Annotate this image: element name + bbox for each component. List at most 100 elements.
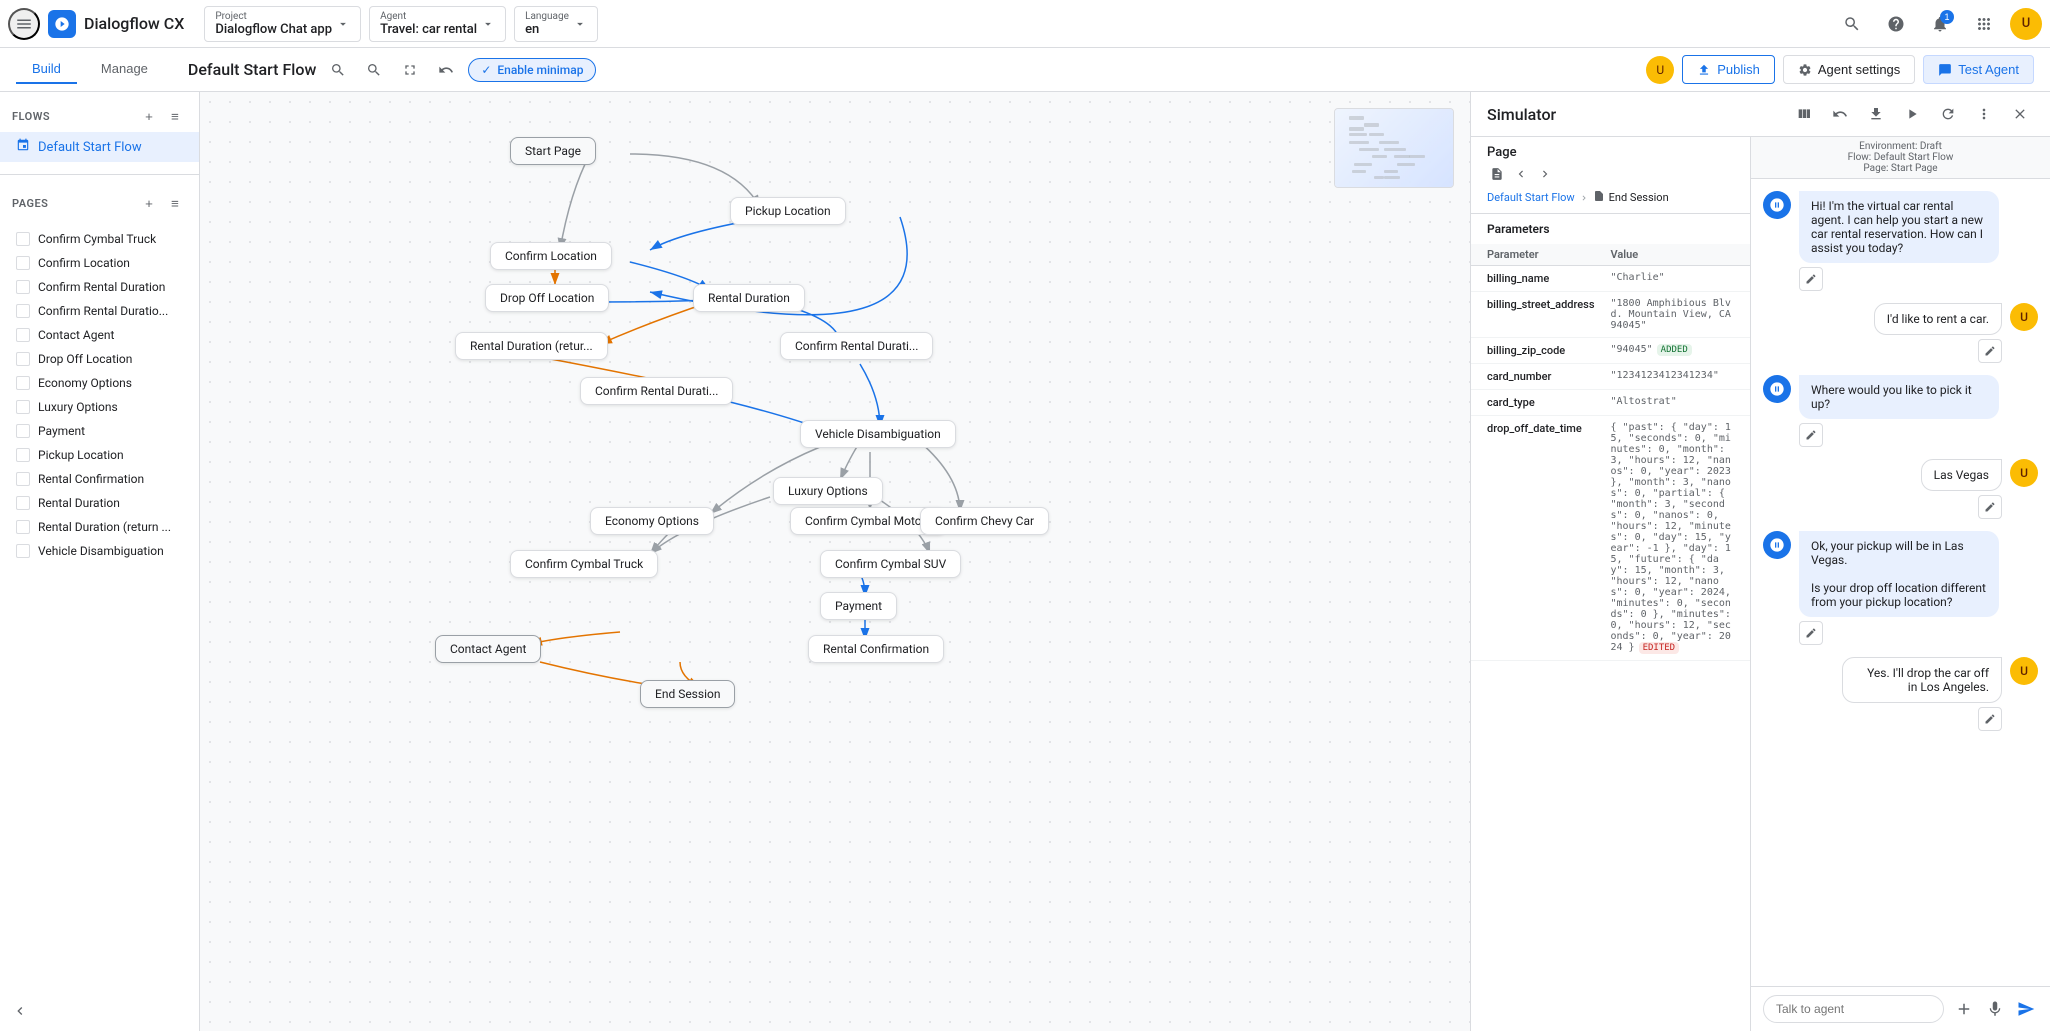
node-confirm-cymbal-suv[interactable]: Confirm Cymbal SUV bbox=[820, 550, 961, 578]
add-button[interactable] bbox=[1952, 995, 1975, 1023]
user-bubble: Yes. I'll drop the car off in Los Angele… bbox=[1842, 657, 2002, 703]
page-item[interactable]: Luxury Options bbox=[0, 395, 199, 419]
send-button[interactable] bbox=[2015, 995, 2038, 1023]
page-item[interactable]: Confirm Rental Duration bbox=[0, 275, 199, 299]
page-item[interactable]: Confirm Rental Duratio... bbox=[0, 299, 199, 323]
sim-play-icon[interactable] bbox=[1898, 100, 1926, 128]
flow-label: Flow: Default Start Flow bbox=[1848, 152, 1954, 163]
flow-zoom-fit-icon[interactable] bbox=[360, 56, 388, 84]
flows-header[interactable]: FLOWS + ≡ bbox=[0, 100, 199, 132]
manage-tab[interactable]: Manage bbox=[85, 55, 164, 84]
sim-close-icon[interactable] bbox=[2006, 100, 2034, 128]
params-nav-doc-icon[interactable] bbox=[1487, 164, 1507, 184]
sim-undo-icon[interactable] bbox=[1826, 100, 1854, 128]
apps-button[interactable] bbox=[1966, 6, 2002, 42]
language-dropdown[interactable]: Language en bbox=[514, 6, 598, 42]
page-item[interactable]: Drop Off Location bbox=[0, 347, 199, 371]
page-item[interactable]: Rental Duration (return ... bbox=[0, 515, 199, 539]
notifications-button[interactable]: 1 bbox=[1922, 6, 1958, 42]
sim-export-icon[interactable] bbox=[1862, 100, 1890, 128]
bot-avatar bbox=[1763, 191, 1791, 219]
flow-expand-icon[interactable] bbox=[396, 56, 424, 84]
add-page-button[interactable]: + bbox=[137, 191, 161, 215]
app-logo: Dialogflow CX bbox=[48, 10, 184, 38]
build-tab[interactable]: Build bbox=[16, 55, 77, 84]
simulator-header: Simulator bbox=[1471, 92, 2050, 137]
flow-canvas-area[interactable]: Start Page Pickup Location Confirm Locat… bbox=[200, 92, 1470, 1031]
node-confirm-chevy-car[interactable]: Confirm Chevy Car bbox=[920, 507, 1049, 535]
page-item[interactable]: Economy Options bbox=[0, 371, 199, 395]
menu-icon[interactable] bbox=[8, 8, 40, 40]
edit-icon[interactable] bbox=[1799, 621, 1823, 645]
flow-menu-button[interactable]: ≡ bbox=[163, 104, 187, 128]
page-menu-button[interactable]: ≡ bbox=[163, 191, 187, 215]
project-dropdown[interactable]: Project Dialogflow Chat app bbox=[204, 6, 361, 42]
node-confirm-location[interactable]: Confirm Location bbox=[490, 242, 612, 270]
minimap-toggle[interactable]: ✓ Enable minimap bbox=[468, 58, 596, 82]
sim-columns-icon[interactable] bbox=[1790, 100, 1818, 128]
edit-icon[interactable] bbox=[1799, 423, 1823, 447]
page-item[interactable]: Vehicle Disambiguation bbox=[0, 539, 199, 563]
mic-button[interactable] bbox=[1983, 995, 2006, 1023]
chat-input[interactable] bbox=[1763, 995, 1944, 1023]
node-pickup-location[interactable]: Pickup Location bbox=[730, 197, 846, 225]
edit-user-icon[interactable] bbox=[1978, 339, 2002, 363]
chat-input-bar bbox=[1751, 986, 2050, 1031]
sim-refresh-icon[interactable] bbox=[1934, 100, 1962, 128]
node-rental-duration[interactable]: Rental Duration bbox=[693, 284, 805, 312]
help-button[interactable] bbox=[1878, 6, 1914, 42]
node-confirm-rental-dur2[interactable]: Confirm Rental Durati... bbox=[580, 377, 733, 405]
toolbar-user-avatar[interactable]: U bbox=[1646, 56, 1674, 84]
notification-badge: 1 bbox=[1940, 10, 1954, 24]
publish-button[interactable]: Publish bbox=[1682, 55, 1775, 84]
node-vehicle-disambiguation[interactable]: Vehicle Disambiguation bbox=[800, 420, 956, 448]
user-avatar[interactable]: U bbox=[2010, 8, 2042, 40]
page-item[interactable]: Contact Agent bbox=[0, 323, 199, 347]
page-item-label: Confirm Rental Duratio... bbox=[38, 304, 168, 318]
sim-more-icon[interactable] bbox=[1970, 100, 1998, 128]
pages-header[interactable]: PAGES + ≡ bbox=[0, 187, 199, 219]
sidebar-collapse-button[interactable] bbox=[8, 999, 32, 1023]
default-start-flow-item[interactable]: Default Start Flow bbox=[0, 132, 199, 162]
node-luxury-options[interactable]: Luxury Options bbox=[773, 477, 883, 505]
page-section-title: Page bbox=[1487, 145, 1734, 160]
page-item[interactable]: Rental Duration bbox=[0, 491, 199, 515]
edit-icon[interactable] bbox=[1799, 267, 1823, 291]
page-item[interactable]: Pickup Location bbox=[0, 443, 199, 467]
second-toolbar: Build Manage Default Start Flow ✓ Enable… bbox=[0, 48, 2050, 92]
page-item[interactable]: Confirm Cymbal Truck bbox=[0, 227, 199, 251]
simulator-body: Page Default Start Flow bbox=[1471, 137, 2050, 1031]
simulator-panel: Simulator bbox=[1470, 92, 2050, 1031]
default-flow-label: Default Start Flow bbox=[38, 140, 142, 155]
flow-undo-icon[interactable] bbox=[432, 56, 460, 84]
node-contact-agent[interactable]: Contact Agent bbox=[435, 635, 541, 663]
params-nav-back[interactable] bbox=[1511, 164, 1531, 184]
nav-flow-name: Default Start Flow bbox=[1487, 191, 1575, 204]
node-confirm-rental-dur1[interactable]: Confirm Rental Durati... bbox=[780, 332, 933, 360]
test-agent-button[interactable]: Test Agent bbox=[1923, 55, 2034, 84]
add-flow-button[interactable]: + bbox=[137, 104, 161, 128]
flow-search-icon[interactable] bbox=[324, 56, 352, 84]
node-economy-options[interactable]: Economy Options bbox=[590, 507, 714, 535]
param-col-name: Parameter bbox=[1487, 248, 1611, 261]
search-button[interactable] bbox=[1834, 6, 1870, 42]
user-message-actions bbox=[1921, 495, 2002, 519]
node-confirm-cymbal-truck[interactable]: Confirm Cymbal Truck bbox=[510, 550, 658, 578]
node-rental-duration-return[interactable]: Rental Duration (retur... bbox=[455, 332, 608, 360]
flow-nav-breadcrumb: Default Start Flow End Session bbox=[1487, 190, 1734, 205]
minimap bbox=[1334, 108, 1454, 188]
node-drop-off-location[interactable]: Drop Off Location bbox=[485, 284, 609, 312]
node-payment[interactable]: Payment bbox=[820, 592, 897, 620]
bot-message-actions bbox=[1799, 621, 1999, 645]
agent-dropdown[interactable]: Agent Travel: car rental bbox=[369, 6, 506, 42]
node-start-page[interactable]: Start Page bbox=[510, 137, 596, 165]
page-item[interactable]: Confirm Location bbox=[0, 251, 199, 275]
page-item[interactable]: Rental Confirmation bbox=[0, 467, 199, 491]
edit-user-icon[interactable] bbox=[1978, 707, 2002, 731]
edit-user-icon[interactable] bbox=[1978, 495, 2002, 519]
params-nav-forward[interactable] bbox=[1535, 164, 1555, 184]
node-end-session[interactable]: End Session bbox=[640, 680, 735, 708]
page-item[interactable]: Payment bbox=[0, 419, 199, 443]
node-rental-confirmation[interactable]: Rental Confirmation bbox=[808, 635, 944, 663]
agent-settings-button[interactable]: Agent settings bbox=[1783, 55, 1915, 84]
